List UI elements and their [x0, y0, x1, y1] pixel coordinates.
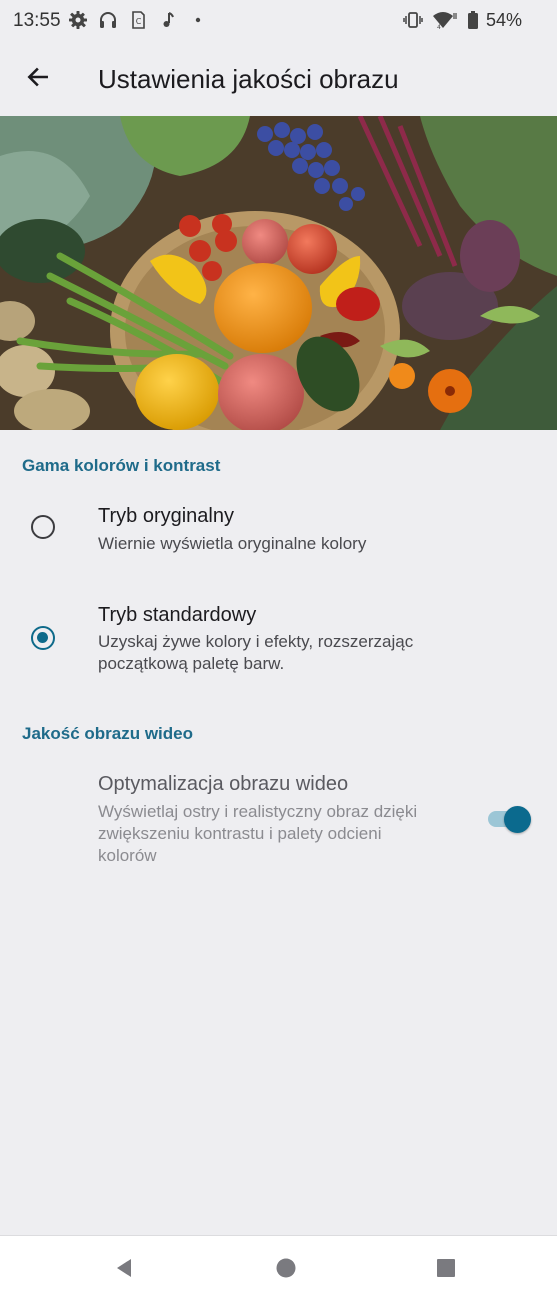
option-summary: Uzyskaj żywe kolory i efekty, rozszerzaj… [98, 632, 414, 673]
status-bar: 13:55 C 4 54% [0, 0, 557, 42]
navigation-bar [0, 1235, 557, 1300]
video-optimization-summary: Wyświetlaj ostry i realistyczny obraz dz… [98, 802, 418, 865]
radio-original-mode[interactable] [31, 515, 55, 539]
back-triangle-icon[interactable] [112, 1256, 136, 1280]
option-standard-mode[interactable]: Tryb standardowy Uzyskaj żywe kolory i e… [0, 590, 557, 690]
svg-text:4: 4 [437, 24, 441, 30]
app-bar: Ustawienia jakości obrazu [0, 42, 557, 116]
option-summary: Wiernie wyświetla oryginalne kolory [98, 534, 367, 553]
option-title: Tryb oryginalny [98, 505, 234, 527]
wifi-icon: 4 [433, 12, 457, 30]
status-time: 13:55 [13, 10, 61, 31]
video-optimization-title: Optymalizacja obrazu wideo [98, 773, 349, 795]
vegetables-photo [0, 116, 557, 430]
recents-square-icon[interactable] [434, 1256, 458, 1280]
video-optimization-switch[interactable] [488, 804, 532, 834]
home-circle-icon[interactable] [274, 1256, 298, 1280]
radio-standard-mode[interactable] [31, 626, 55, 650]
gear-icon [69, 11, 87, 29]
arrow-left-icon [27, 67, 48, 87]
back-button[interactable] [18, 57, 58, 97]
battery-percent: 54% [486, 10, 523, 30]
headphones-icon [100, 12, 116, 28]
section-header-video: Jakość obrazu wideo [22, 724, 193, 743]
svg-text:C: C [136, 17, 142, 26]
section-header-color: Gama kolorów i kontrast [22, 456, 221, 475]
option-title: Tryb standardowy [98, 604, 257, 626]
video-optimization-item[interactable]: Optymalizacja obrazu wideo Wyświetlaj os… [0, 760, 557, 870]
page-title: Ustawienia jakości obrazu [98, 64, 399, 94]
vibrate-icon [403, 12, 423, 28]
sim-card-icon: C [132, 11, 145, 29]
option-original-mode[interactable]: Tryb oryginalny Wiernie wyświetla orygin… [0, 490, 557, 578]
dot-icon [195, 17, 201, 23]
battery-icon [468, 11, 478, 29]
hero-image [0, 116, 557, 430]
music-note-icon [163, 12, 174, 27]
switch-thumb [504, 806, 531, 833]
